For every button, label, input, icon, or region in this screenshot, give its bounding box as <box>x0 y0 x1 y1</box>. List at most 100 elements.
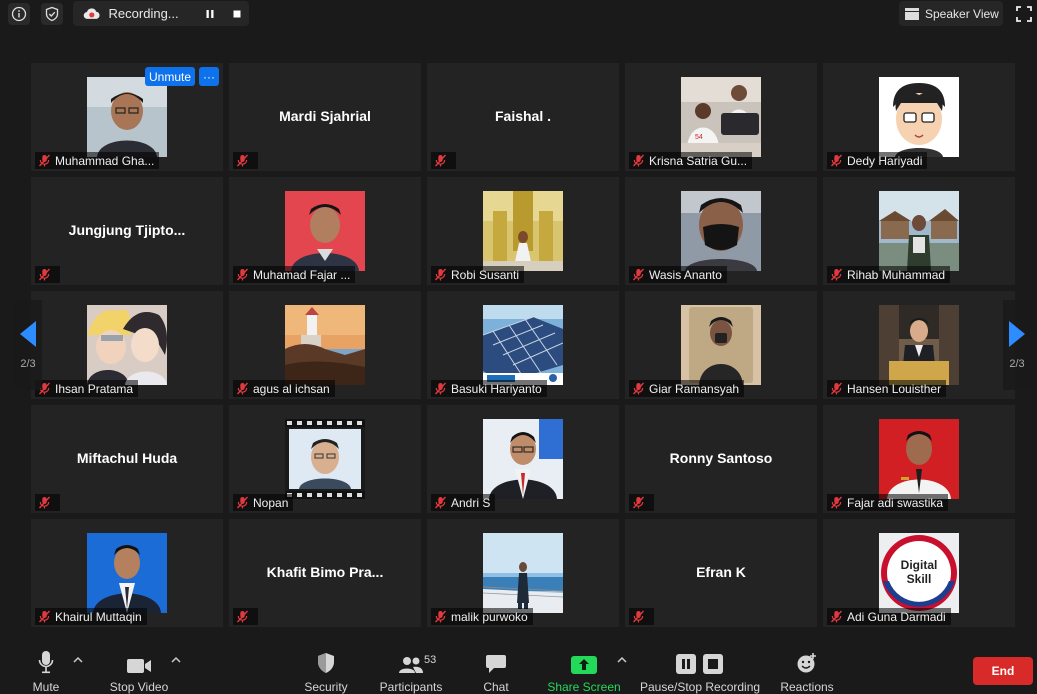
participant-name: Wasis Ananto <box>649 267 722 282</box>
shield-check-icon[interactable] <box>41 3 63 25</box>
muted-mic-icon <box>830 496 843 509</box>
participant-tile[interactable]: Rihab Muhammad <box>823 177 1015 285</box>
chevron-up-icon[interactable] <box>171 656 181 664</box>
chat-button[interactable]: Chat <box>480 648 512 694</box>
participant-video-thumbnail <box>681 191 761 271</box>
participant-display-name: Miftachul Huda <box>76 450 178 466</box>
more-options-button[interactable]: ··· <box>199 67 219 86</box>
participant-tile[interactable]: Digital Skill Adi Guna Darmadi <box>823 519 1015 627</box>
participant-tile[interactable]: Robi Susanti <box>427 177 619 285</box>
participant-name-label: Robi Susanti <box>431 266 525 283</box>
participants-count: 53 <box>424 654 437 666</box>
participant-tile[interactable]: Muhamad Fajar ... <box>229 177 421 285</box>
mute-button[interactable]: Mute <box>30 648 62 694</box>
participant-tile[interactable]: Khairul Muttaqin <box>31 519 223 627</box>
participant-tile[interactable]: Basuki Hariyanto <box>427 291 619 399</box>
participant-name: Muhamad Fajar ... <box>253 267 351 282</box>
chevron-up-icon[interactable] <box>73 656 83 664</box>
participant-name-label: Fajar adi swastika <box>827 494 949 511</box>
participant-video-thumbnail <box>87 305 167 385</box>
participant-name: malik purwoko <box>451 609 528 624</box>
participant-tile[interactable]: Jungjung Tjipto... <box>31 177 223 285</box>
participant-name-label: Muhammad Gha... <box>35 152 160 169</box>
muted-mic-icon <box>38 610 51 623</box>
muted-mic-icon <box>632 496 645 509</box>
recording-indicator: Recording... <box>73 1 249 26</box>
stop-video-button[interactable]: Stop Video <box>108 648 170 694</box>
participant-tile[interactable]: malik purwoko <box>427 519 619 627</box>
chevron-up-icon[interactable] <box>617 656 627 664</box>
pause-recording-button[interactable] <box>198 2 221 26</box>
muted-mic-icon <box>434 382 447 395</box>
pause-stop-recording-button[interactable]: Pause/Stop Recording <box>640 648 760 694</box>
arrow-left-icon <box>20 321 36 347</box>
stop-icon <box>233 10 241 17</box>
participant-tile[interactable]: Giar Ramansyah <box>625 291 817 399</box>
muted-mic-icon <box>632 610 645 623</box>
muted-mic-icon <box>632 154 645 167</box>
participant-tile[interactable]: Mardi Sjahrial <box>229 63 421 171</box>
participant-name: agus al ichsan <box>253 381 330 396</box>
cloud-record-icon <box>83 7 100 19</box>
participant-video-thumbnail <box>87 533 167 613</box>
participant-tile[interactable]: Dedy Hariyadi <box>823 63 1015 171</box>
participant-tile[interactable]: Efran K <box>625 519 817 627</box>
participant-tile[interactable]: Hansen Louisther <box>823 291 1015 399</box>
participant-video-thumbnail <box>879 191 959 271</box>
speaker-view-button[interactable]: Speaker View <box>899 1 1003 26</box>
participant-tile[interactable]: agus al ichsan <box>229 291 421 399</box>
previous-page-button[interactable]: 2/3 <box>14 300 42 390</box>
participants-button[interactable]: 53 Participants <box>378 648 444 694</box>
participant-tile[interactable]: Khafit Bimo Pra... <box>229 519 421 627</box>
participant-video-thumbnail <box>285 419 365 499</box>
end-meeting-button[interactable]: End <box>973 657 1033 685</box>
participant-tile[interactable]: Fajar adi swastika <box>823 405 1015 513</box>
participant-video-thumbnail <box>483 191 563 271</box>
participant-display-name: Faishal . <box>494 108 552 124</box>
video-camera-icon <box>127 659 151 673</box>
participant-name-label: Andri S <box>431 494 496 511</box>
participant-name: Basuki Hariyanto <box>451 381 542 396</box>
participant-name: Khairul Muttaqin <box>55 609 142 624</box>
participant-video-thumbnail: 54 <box>681 77 761 157</box>
pause-icon <box>206 9 214 18</box>
muted-mic-icon <box>38 496 51 509</box>
muted-mic-icon <box>632 268 645 281</box>
participant-name-label <box>629 494 654 511</box>
info-icon[interactable] <box>8 3 30 25</box>
chat-bubble-icon <box>486 655 506 673</box>
muted-mic-icon <box>434 610 447 623</box>
participant-tile[interactable]: Ihsan Pratama <box>31 291 223 399</box>
participant-tile[interactable]: Muhammad Gha... Unmute ··· <box>31 63 223 171</box>
muted-mic-icon <box>830 382 843 395</box>
participant-name-label: Muhamad Fajar ... <box>233 266 356 283</box>
next-page-button[interactable]: 2/3 <box>1003 300 1031 390</box>
participant-tile[interactable]: 54 Krisna Satria Gu... <box>625 63 817 171</box>
meeting-toolbar: Mute Stop Video Security 53 Participants… <box>0 640 1037 694</box>
muted-mic-icon <box>236 154 249 167</box>
muted-mic-icon <box>434 268 447 281</box>
security-button[interactable]: Security <box>302 648 350 694</box>
muted-mic-icon <box>830 154 843 167</box>
share-screen-button[interactable]: Share Screen <box>547 648 621 694</box>
reactions-button[interactable]: Reactions <box>780 648 834 694</box>
muted-mic-icon <box>236 610 249 623</box>
participant-video-thumbnail <box>87 77 167 157</box>
participant-name-label <box>629 608 654 625</box>
fullscreen-icon[interactable] <box>1015 5 1033 23</box>
participant-name-label: Adi Guna Darmadi <box>827 608 951 625</box>
stop-recording-button[interactable] <box>226 2 249 26</box>
participant-name: Andri S <box>451 495 491 510</box>
participant-tile[interactable]: Wasis Ananto <box>625 177 817 285</box>
security-shield-icon <box>318 653 334 673</box>
participant-tile[interactable]: Miftachul Huda <box>31 405 223 513</box>
participant-name-label: Khairul Muttaqin <box>35 608 147 625</box>
muted-mic-icon <box>434 154 447 167</box>
participant-tile[interactable]: Ronny Santoso <box>625 405 817 513</box>
pause-stop-icon <box>676 654 723 674</box>
participant-tile[interactable]: Faishal . <box>427 63 619 171</box>
unmute-button[interactable]: Unmute <box>145 67 195 86</box>
participant-tile[interactable]: Andri S <box>427 405 619 513</box>
participants-icon <box>399 657 423 673</box>
participant-tile[interactable]: Nopan <box>229 405 421 513</box>
